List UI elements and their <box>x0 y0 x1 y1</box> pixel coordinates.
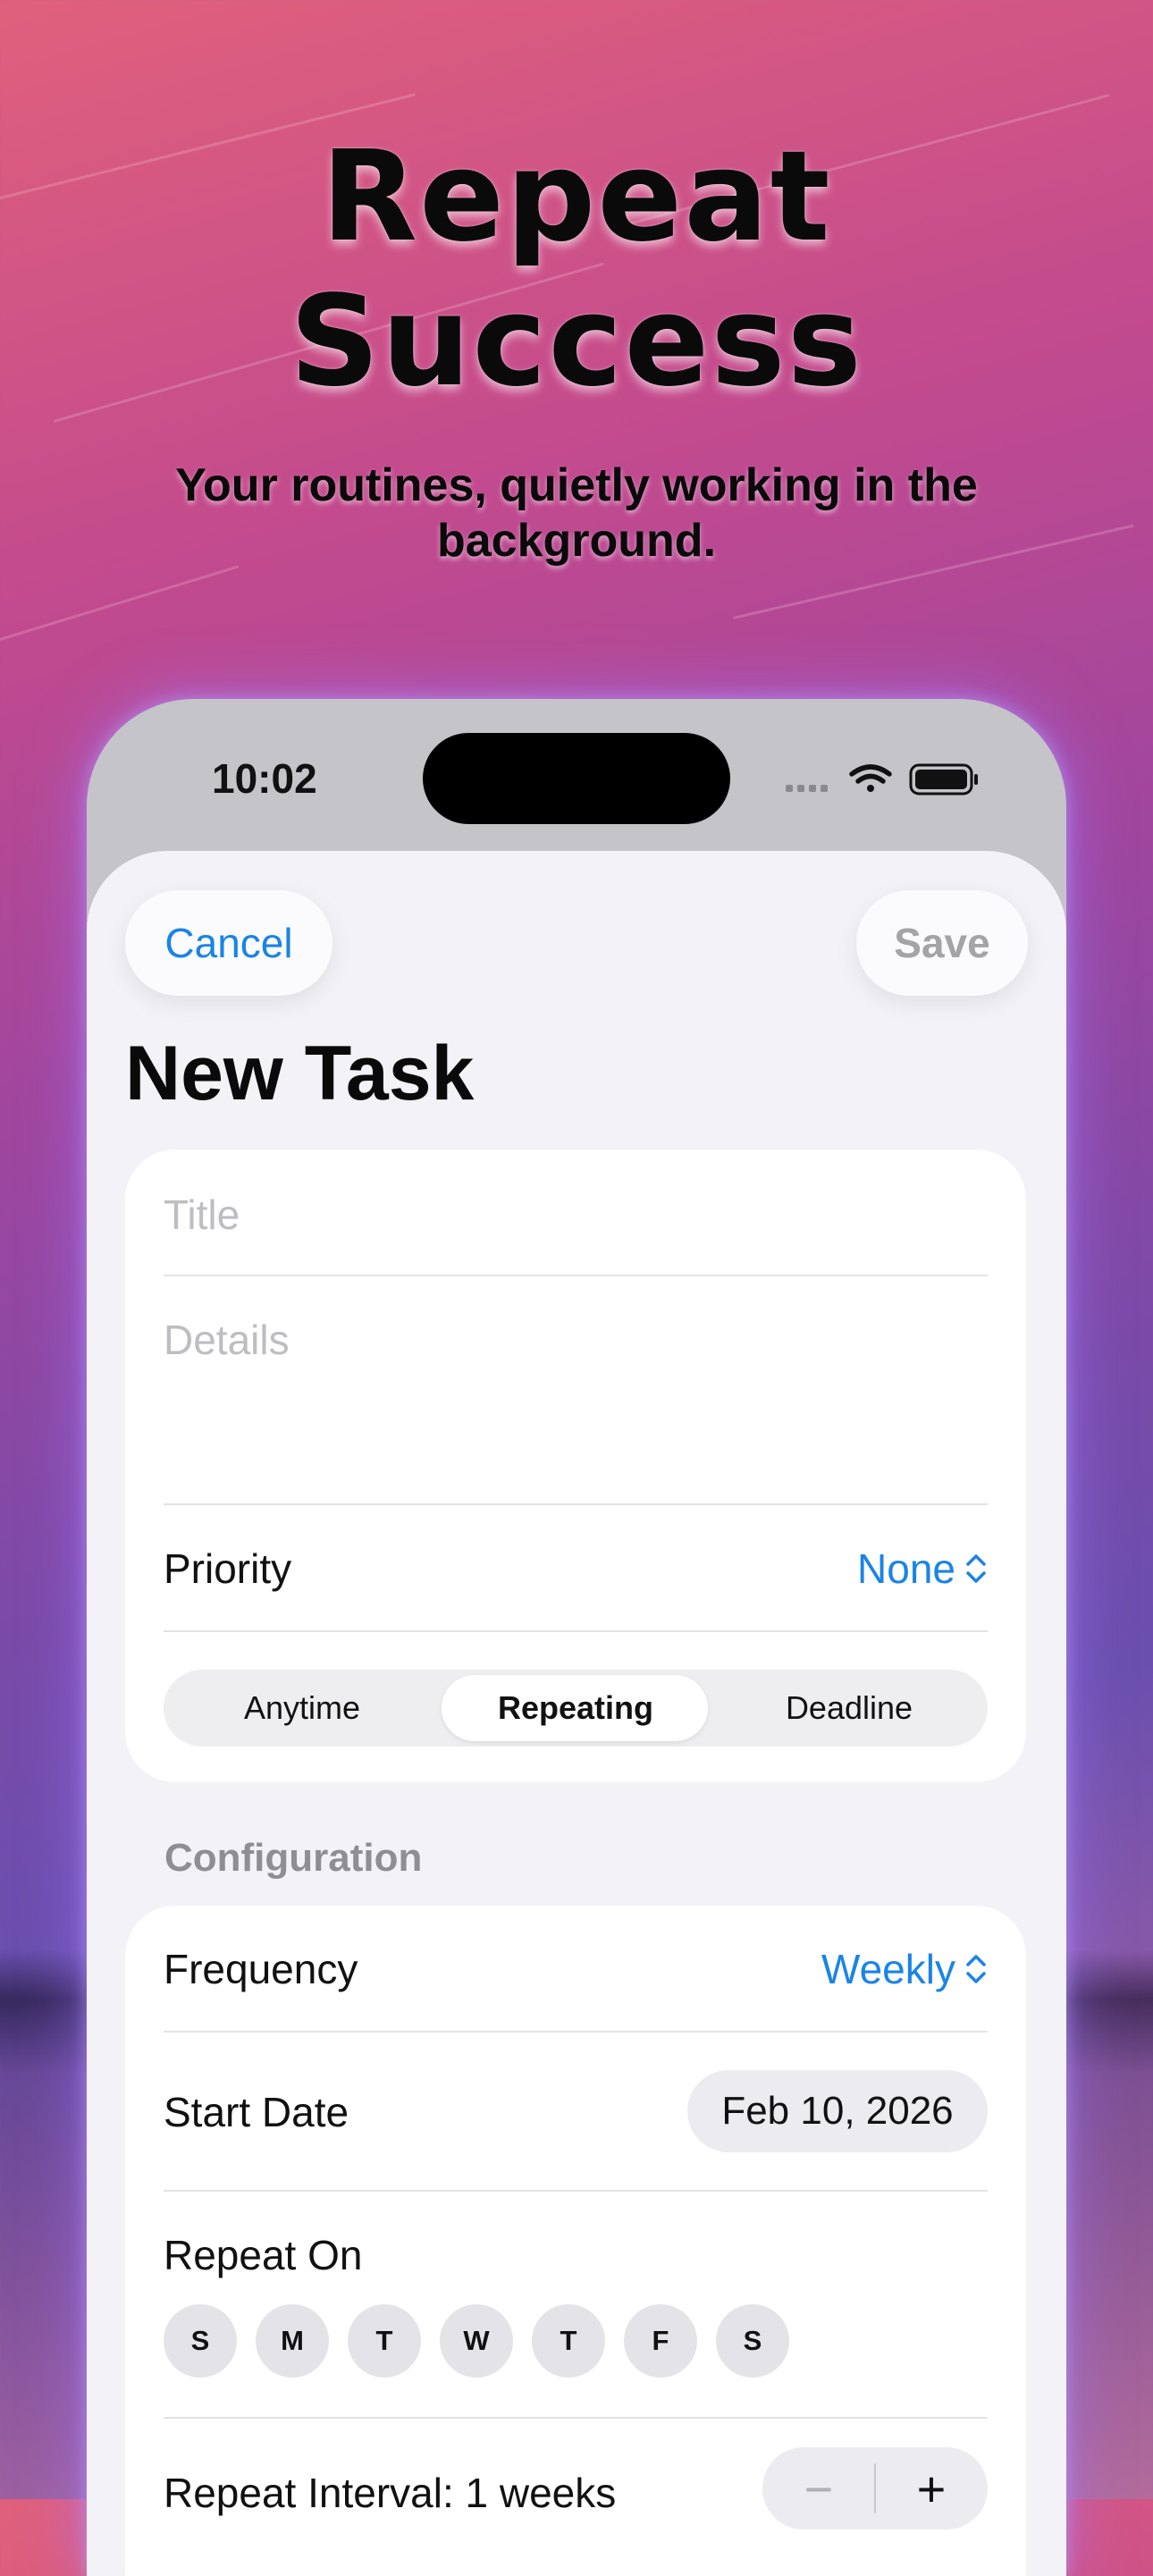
hero-title-line1: Repeat <box>321 124 832 270</box>
hero-title: Repeat Success <box>0 125 1153 415</box>
start-date-picker[interactable]: Feb 10, 2026 <box>687 2070 988 2152</box>
day-toggle-thursday[interactable]: T <box>532 2304 605 2378</box>
section-label-configuration: Configuration <box>164 1836 423 1880</box>
divider <box>164 2417 988 2419</box>
frequency-value: Weekly <box>821 1946 955 1992</box>
day-toggle-tuesday[interactable]: T <box>348 2304 421 2378</box>
divider <box>164 1503 988 1505</box>
status-time: 10:02 <box>212 755 317 802</box>
increment-button[interactable]: + <box>875 2447 988 2530</box>
configuration-card: Frequency Weekly Start Date Feb 10, 2026… <box>125 1906 1026 2576</box>
details-input[interactable]: Details <box>164 1316 290 1503</box>
task-type-segmented-control: Anytime Repeating Deadline <box>164 1670 988 1747</box>
dynamic-island <box>423 733 730 824</box>
wifi-icon <box>849 764 892 792</box>
repeat-interval-label: Repeat Interval: 1 weeks <box>164 2470 617 2516</box>
repeat-interval-stepper: − + <box>762 2447 988 2530</box>
status-icons <box>786 763 978 796</box>
divider <box>164 2190 988 2192</box>
repeat-on-label: Repeat On <box>164 2232 363 2278</box>
frequency-label: Frequency <box>164 1946 358 1992</box>
day-toggle-sunday[interactable]: S <box>164 2304 237 2378</box>
hero-title-line2: Success <box>289 269 864 415</box>
background-streak <box>0 565 240 646</box>
title-input[interactable]: Title <box>164 1191 240 1239</box>
day-toggle-monday[interactable]: M <box>256 2304 329 2378</box>
battery-icon <box>909 763 978 796</box>
divider <box>164 1275 988 1276</box>
save-button[interactable]: Save <box>856 890 1028 996</box>
segment-repeating[interactable]: Repeating <box>442 1670 710 1747</box>
segment-deadline[interactable]: Deadline <box>715 1670 983 1747</box>
day-toggle-saturday[interactable]: S <box>716 2304 789 2378</box>
decrement-button[interactable]: − <box>762 2447 875 2530</box>
hero-subtitle: Your routines, quietly working in the ba… <box>175 459 978 567</box>
start-date-label: Start Date <box>164 2089 349 2135</box>
divider <box>164 1630 988 1632</box>
page-title: New Task <box>125 1031 475 1116</box>
day-toggle-wednesday[interactable]: W <box>440 2304 513 2378</box>
chevron-up-down-icon <box>966 1955 986 1983</box>
day-toggle-friday[interactable]: F <box>624 2304 697 2378</box>
chevron-up-down-icon <box>966 1554 986 1583</box>
priority-label: Priority <box>164 1545 292 1592</box>
priority-picker[interactable]: None <box>857 1545 988 1593</box>
task-details-card: Title Details Priority None Anytime Repe… <box>125 1149 1026 1782</box>
new-task-sheet: Cancel Save New Task Title Details Prior… <box>87 851 1066 2576</box>
segment-anytime[interactable]: Anytime <box>168 1670 436 1747</box>
cancel-button[interactable]: Cancel <box>125 890 332 996</box>
priority-value: None <box>857 1545 955 1592</box>
phone-frame: 10:02 Cancel Save New Task Title Details <box>87 699 1066 2576</box>
frequency-picker[interactable]: Weekly <box>821 1945 988 1993</box>
signal-icon <box>786 785 828 792</box>
divider <box>164 2031 988 2033</box>
